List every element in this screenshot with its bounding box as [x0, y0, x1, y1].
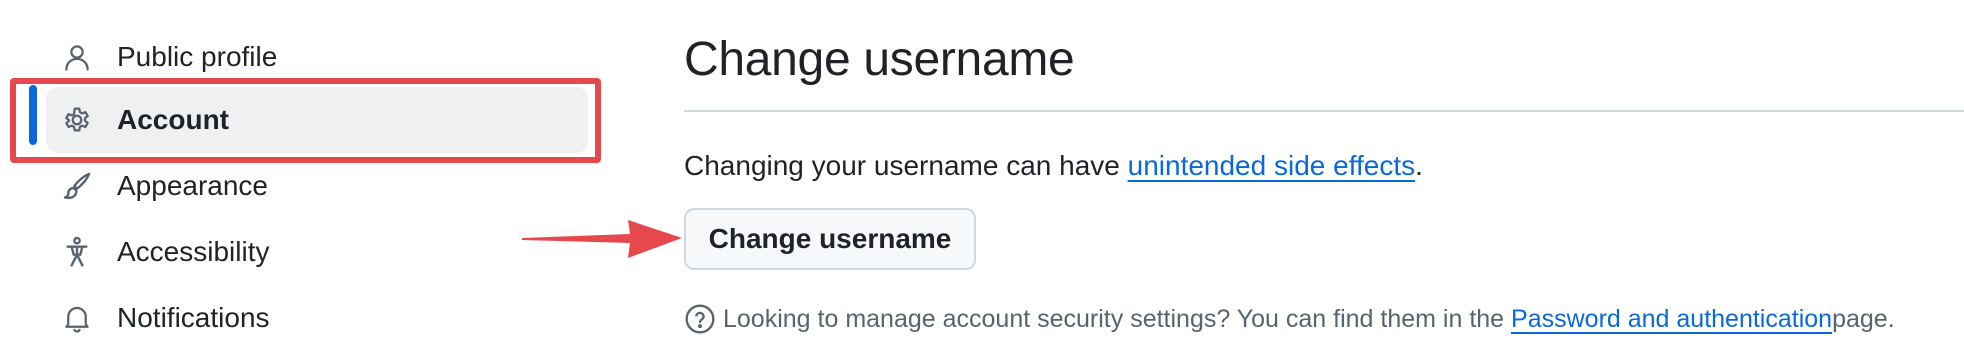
- main-content: Change username Changing your username c…: [684, 0, 1964, 356]
- description-text: Changing your username can have: [684, 150, 1128, 181]
- question-icon: [685, 304, 715, 334]
- settings-page: Public profile Account Appearance Access…: [0, 0, 1964, 356]
- sidebar-item-label: Accessibility: [117, 236, 270, 267]
- sidebar-item-label: Account: [117, 104, 229, 135]
- paintbrush-icon: [58, 167, 96, 205]
- sidebar-item-label: Public profile: [117, 41, 278, 72]
- accessibility-icon: [58, 233, 96, 271]
- bell-icon: [58, 299, 96, 337]
- sidebar-item-label: Appearance: [117, 170, 269, 201]
- side-effects-link[interactable]: unintended side effects: [1128, 150, 1415, 181]
- note-suffix: page.: [1832, 304, 1895, 333]
- page-title: Change username: [684, 33, 1075, 86]
- divider: [684, 110, 1964, 112]
- gear-icon: [58, 101, 96, 139]
- sidebar-item-appearance[interactable]: Appearance: [46, 153, 588, 219]
- change-username-button[interactable]: Change username: [684, 208, 976, 270]
- password-authentication-link[interactable]: Password and authentication: [1511, 305, 1832, 334]
- security-note: Looking to manage account security setti…: [684, 303, 1895, 335]
- sidebar-item-public-profile[interactable]: Public profile: [46, 24, 588, 90]
- description-suffix: .: [1415, 150, 1423, 181]
- sidebar-item-notifications[interactable]: Notifications: [46, 285, 588, 351]
- person-icon: [58, 38, 96, 76]
- note-text: Looking to manage account security setti…: [723, 304, 1505, 333]
- arrow-annotation: [522, 220, 682, 258]
- settings-sidebar: Public profile Account Appearance Access…: [0, 0, 601, 356]
- description: Changing your username can have unintend…: [684, 150, 1423, 182]
- active-indicator: [29, 85, 37, 145]
- sidebar-item-label: Notifications: [117, 302, 270, 333]
- sidebar-item-account[interactable]: Account: [46, 87, 588, 153]
- sidebar-item-accessibility[interactable]: Accessibility: [46, 219, 588, 285]
